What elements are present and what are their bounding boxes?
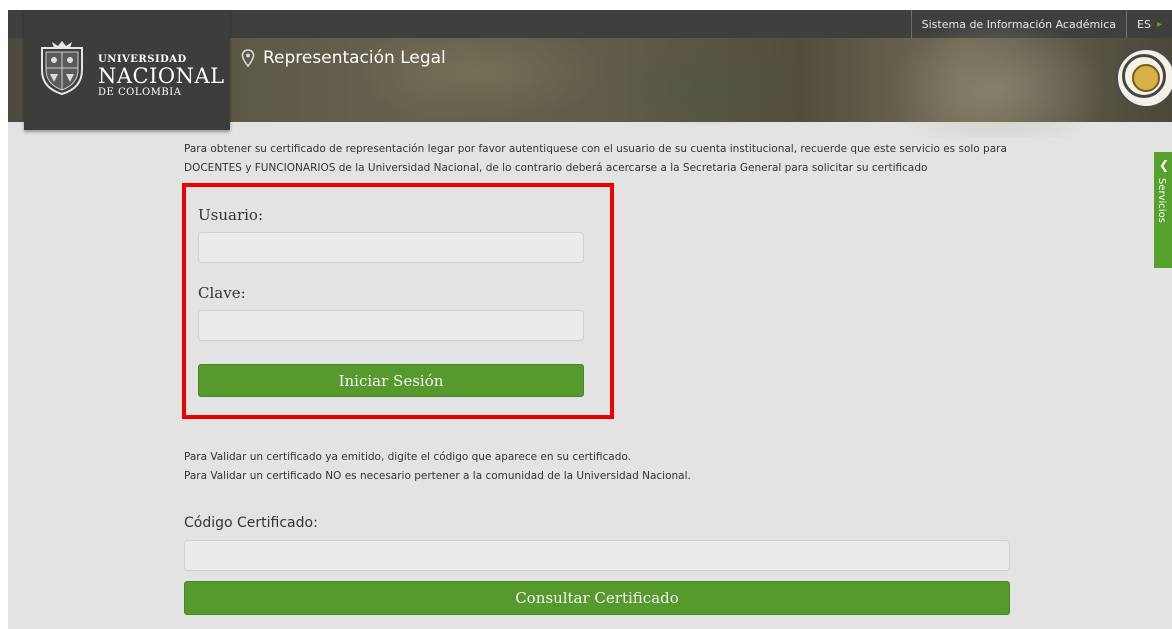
page-title: Representación Legal: [241, 48, 446, 68]
chevron-left-icon: ❮: [1159, 158, 1170, 172]
intro-line-1: Para obtener su certificado de represent…: [184, 143, 1007, 155]
username-input[interactable]: [198, 232, 584, 263]
login-button[interactable]: Iniciar Sesión: [198, 364, 584, 397]
services-tab-label: Servicios: [1156, 178, 1167, 223]
password-input[interactable]: [198, 310, 584, 341]
certificate-code-input[interactable]: [184, 540, 1010, 571]
validate-note-1: Para Validar un certificado ya emitido, …: [184, 451, 631, 463]
logo-text: UNIVERSIDAD NACIONAL DE COLOMBIA: [98, 54, 225, 98]
university-logo[interactable]: UNIVERSIDAD NACIONAL DE COLOMBIA: [24, 10, 230, 130]
validate-note-2: Para Validar un certificado NO es necesa…: [184, 470, 691, 482]
username-label: Usuario:: [198, 206, 263, 224]
intro-text: Para obtener su certificado de represent…: [184, 140, 1014, 178]
certificate-code-label: Código Certificado:: [184, 515, 318, 531]
language-label: ES: [1137, 17, 1151, 31]
consult-certificate-button[interactable]: Consultar Certificado: [184, 581, 1010, 615]
language-selector[interactable]: ES ▸: [1126, 10, 1172, 38]
intro-line-2: DOCENTES y FUNCIONARIOS de la Universida…: [184, 162, 928, 174]
arrow-right-icon: ▸: [1156, 18, 1162, 30]
password-label: Clave:: [198, 284, 246, 302]
page-frame: Sistema de Información Académica ES ▸ UN…: [8, 10, 1172, 629]
university-shield-icon: [41, 41, 83, 96]
location-pin-icon: [241, 49, 255, 67]
logo-line-3: DE COLOMBIA: [98, 87, 182, 98]
services-side-tab[interactable]: ❮ Servicios: [1154, 152, 1172, 268]
logo-line-2: NACIONAL: [98, 64, 225, 88]
page-title-text: Representación Legal: [263, 48, 446, 68]
colombia-seal-icon: [1116, 48, 1172, 108]
